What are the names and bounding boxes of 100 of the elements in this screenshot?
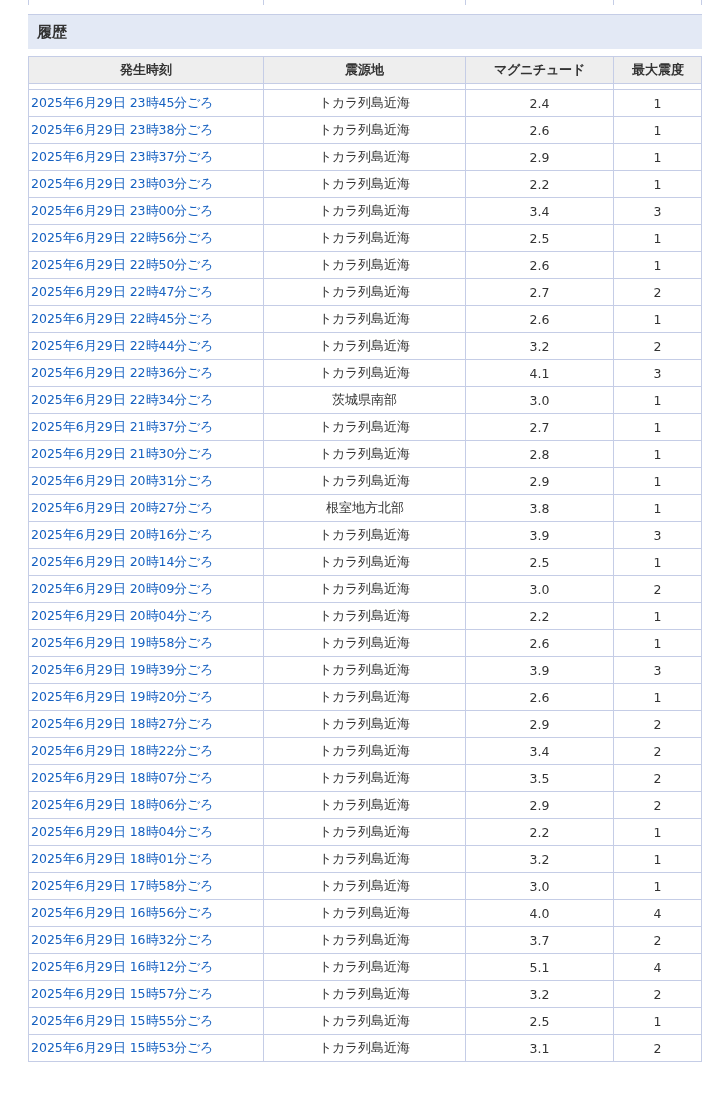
- table-cell: トカラ列島近海: [263, 1007, 466, 1035]
- table-cell: 3: [613, 197, 702, 225]
- table-cell: 3: [613, 521, 702, 549]
- table-cell: 2: [613, 332, 702, 360]
- table-cell: 2: [613, 791, 702, 819]
- table-cell: 3.9: [465, 521, 614, 549]
- table-cell: 1: [613, 413, 702, 441]
- table-cell: 2.6: [465, 305, 614, 333]
- table-cell: 1: [613, 548, 702, 576]
- table-cell: トカラ列島近海: [263, 710, 466, 738]
- table-cell: 3.4: [465, 197, 614, 225]
- table-cell: 4: [613, 899, 702, 927]
- column-header: マグニチュード: [465, 56, 614, 84]
- table-cell: 2: [613, 1034, 702, 1062]
- table-cell: 2.6: [465, 629, 614, 657]
- table-cell: 1: [613, 143, 702, 171]
- table-cell: 2.7: [465, 413, 614, 441]
- table-cell: トカラ列島近海: [263, 602, 466, 630]
- table-cell: 1: [613, 683, 702, 711]
- table-cell: トカラ列島近海: [263, 872, 466, 900]
- table-cell: トカラ列島近海: [263, 953, 466, 981]
- table-cell: 2: [613, 764, 702, 792]
- table-cell: 2.9: [465, 143, 614, 171]
- table-cell: 2.7: [465, 278, 614, 306]
- table-cell: 2.6: [465, 251, 614, 279]
- table-cell: トカラ列島近海: [263, 413, 466, 441]
- table-cell: 2.2: [465, 170, 614, 198]
- table-cell: 2.4: [465, 89, 614, 117]
- table-cell: 1: [613, 1007, 702, 1035]
- table-cell: 1: [613, 89, 702, 117]
- table-cell: 3.5: [465, 764, 614, 792]
- table-cell: トカラ列島近海: [263, 575, 466, 603]
- column-header: 最大震度: [613, 56, 702, 84]
- table-cell: 3.1: [465, 1034, 614, 1062]
- section-title: 履歴: [28, 14, 702, 49]
- table-cell: トカラ列島近海: [263, 197, 466, 225]
- table-cell: トカラ列島近海: [263, 440, 466, 468]
- table-cell: トカラ列島近海: [263, 980, 466, 1008]
- table-cell: 1: [613, 845, 702, 873]
- table-cell: トカラ列島近海: [263, 899, 466, 927]
- table-cell: 1: [613, 494, 702, 522]
- table-cell: トカラ列島近海: [263, 1034, 466, 1062]
- table-cell: トカラ列島近海: [263, 926, 466, 954]
- table-cell: トカラ列島近海: [263, 548, 466, 576]
- table-cell: 3.8: [465, 494, 614, 522]
- table-cell: 2: [613, 926, 702, 954]
- table-cell: トカラ列島近海: [263, 629, 466, 657]
- table-cell: トカラ列島近海: [263, 170, 466, 198]
- table-cell: 3.0: [465, 575, 614, 603]
- table-cell: トカラ列島近海: [263, 305, 466, 333]
- table-cell: 1: [613, 224, 702, 252]
- table-cell: トカラ列島近海: [263, 683, 466, 711]
- table-cell: 2: [613, 737, 702, 765]
- table-cell: 2.5: [465, 548, 614, 576]
- column-header: 発生時刻: [28, 56, 264, 84]
- table-cell: トカラ列島近海: [263, 656, 466, 684]
- table-cell: トカラ列島近海: [263, 278, 466, 306]
- table-cell: 1: [613, 467, 702, 495]
- table-cell: 1: [613, 116, 702, 144]
- table-cell: 2.6: [465, 116, 614, 144]
- table-cell: トカラ列島近海: [263, 143, 466, 171]
- table-cell: 4: [613, 953, 702, 981]
- table-cell: 2.9: [465, 467, 614, 495]
- table-cell: 3.0: [465, 872, 614, 900]
- table-cell: 2.2: [465, 602, 614, 630]
- table-cell: 1: [613, 170, 702, 198]
- table-cell: 2.8: [465, 440, 614, 468]
- table-cell: トカラ列島近海: [263, 116, 466, 144]
- table-cell: 3.2: [465, 845, 614, 873]
- table-cell: 2: [613, 710, 702, 738]
- table-cell: トカラ列島近海: [263, 251, 466, 279]
- table-cell: 1: [613, 818, 702, 846]
- table-cell: 2.9: [465, 710, 614, 738]
- table-cell: トカラ列島近海: [263, 332, 466, 360]
- table-cell: 2.2: [465, 818, 614, 846]
- table-cell: 3.4: [465, 737, 614, 765]
- table-cell: トカラ列島近海: [263, 764, 466, 792]
- table-cell: 1: [613, 386, 702, 414]
- table-cell: トカラ列島近海: [263, 845, 466, 873]
- table-cell: 2.6: [465, 683, 614, 711]
- table-cell: 3.2: [465, 980, 614, 1008]
- column-header: 震源地: [263, 56, 466, 84]
- table-cell: 2.5: [465, 224, 614, 252]
- table-cell: 1: [613, 305, 702, 333]
- table-cell: トカラ列島近海: [263, 737, 466, 765]
- table-cell: 2: [613, 278, 702, 306]
- table-cell: 1: [613, 872, 702, 900]
- table-cell: 1: [613, 602, 702, 630]
- table-cell: トカラ列島近海: [263, 224, 466, 252]
- table-cell: トカラ列島近海: [263, 791, 466, 819]
- table-cell: 2: [613, 575, 702, 603]
- table-cell: 3.0: [465, 386, 614, 414]
- table-cell: 1: [613, 629, 702, 657]
- table-cell: 5.1: [465, 953, 614, 981]
- table-cell: 1: [613, 251, 702, 279]
- table-cell: 茨城県南部: [263, 386, 466, 414]
- table-cell: 2.5: [465, 1007, 614, 1035]
- table-cell: 1: [613, 440, 702, 468]
- table-cell: トカラ列島近海: [263, 467, 466, 495]
- table-cell: トカラ列島近海: [263, 359, 466, 387]
